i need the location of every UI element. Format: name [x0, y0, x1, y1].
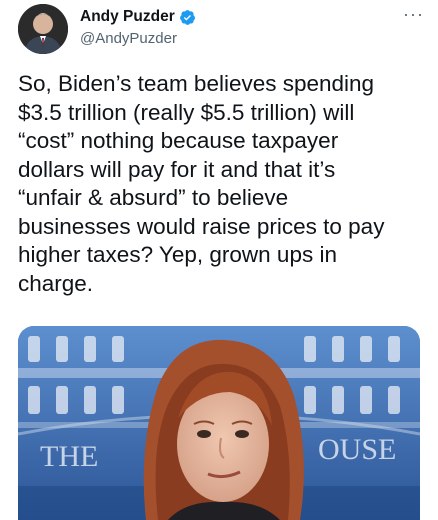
verified-badge-icon	[179, 9, 195, 25]
author-name-row: Andy Puzder	[80, 8, 196, 26]
press-briefing-photo: THE OUSE	[18, 326, 420, 520]
more-options-button[interactable]: ···	[403, 4, 424, 24]
tweet-card: Andy Puzder @AndyPuzder ··· So, Biden’s …	[0, 0, 438, 520]
backdrop-text-right: OUSE	[318, 433, 396, 466]
avatar[interactable]	[18, 4, 68, 54]
tweet-text: So, Biden’s team believes spending $3.5 …	[18, 71, 385, 296]
backdrop-text-left: THE	[40, 440, 98, 473]
ellipsis-icon: ···	[403, 4, 424, 24]
person-avatar-icon	[18, 4, 68, 54]
author-display-name[interactable]: Andy Puzder	[80, 8, 175, 26]
author-handle[interactable]: @AndyPuzder	[80, 30, 177, 47]
tweet-media-image[interactable]: THE OUSE	[18, 326, 420, 520]
